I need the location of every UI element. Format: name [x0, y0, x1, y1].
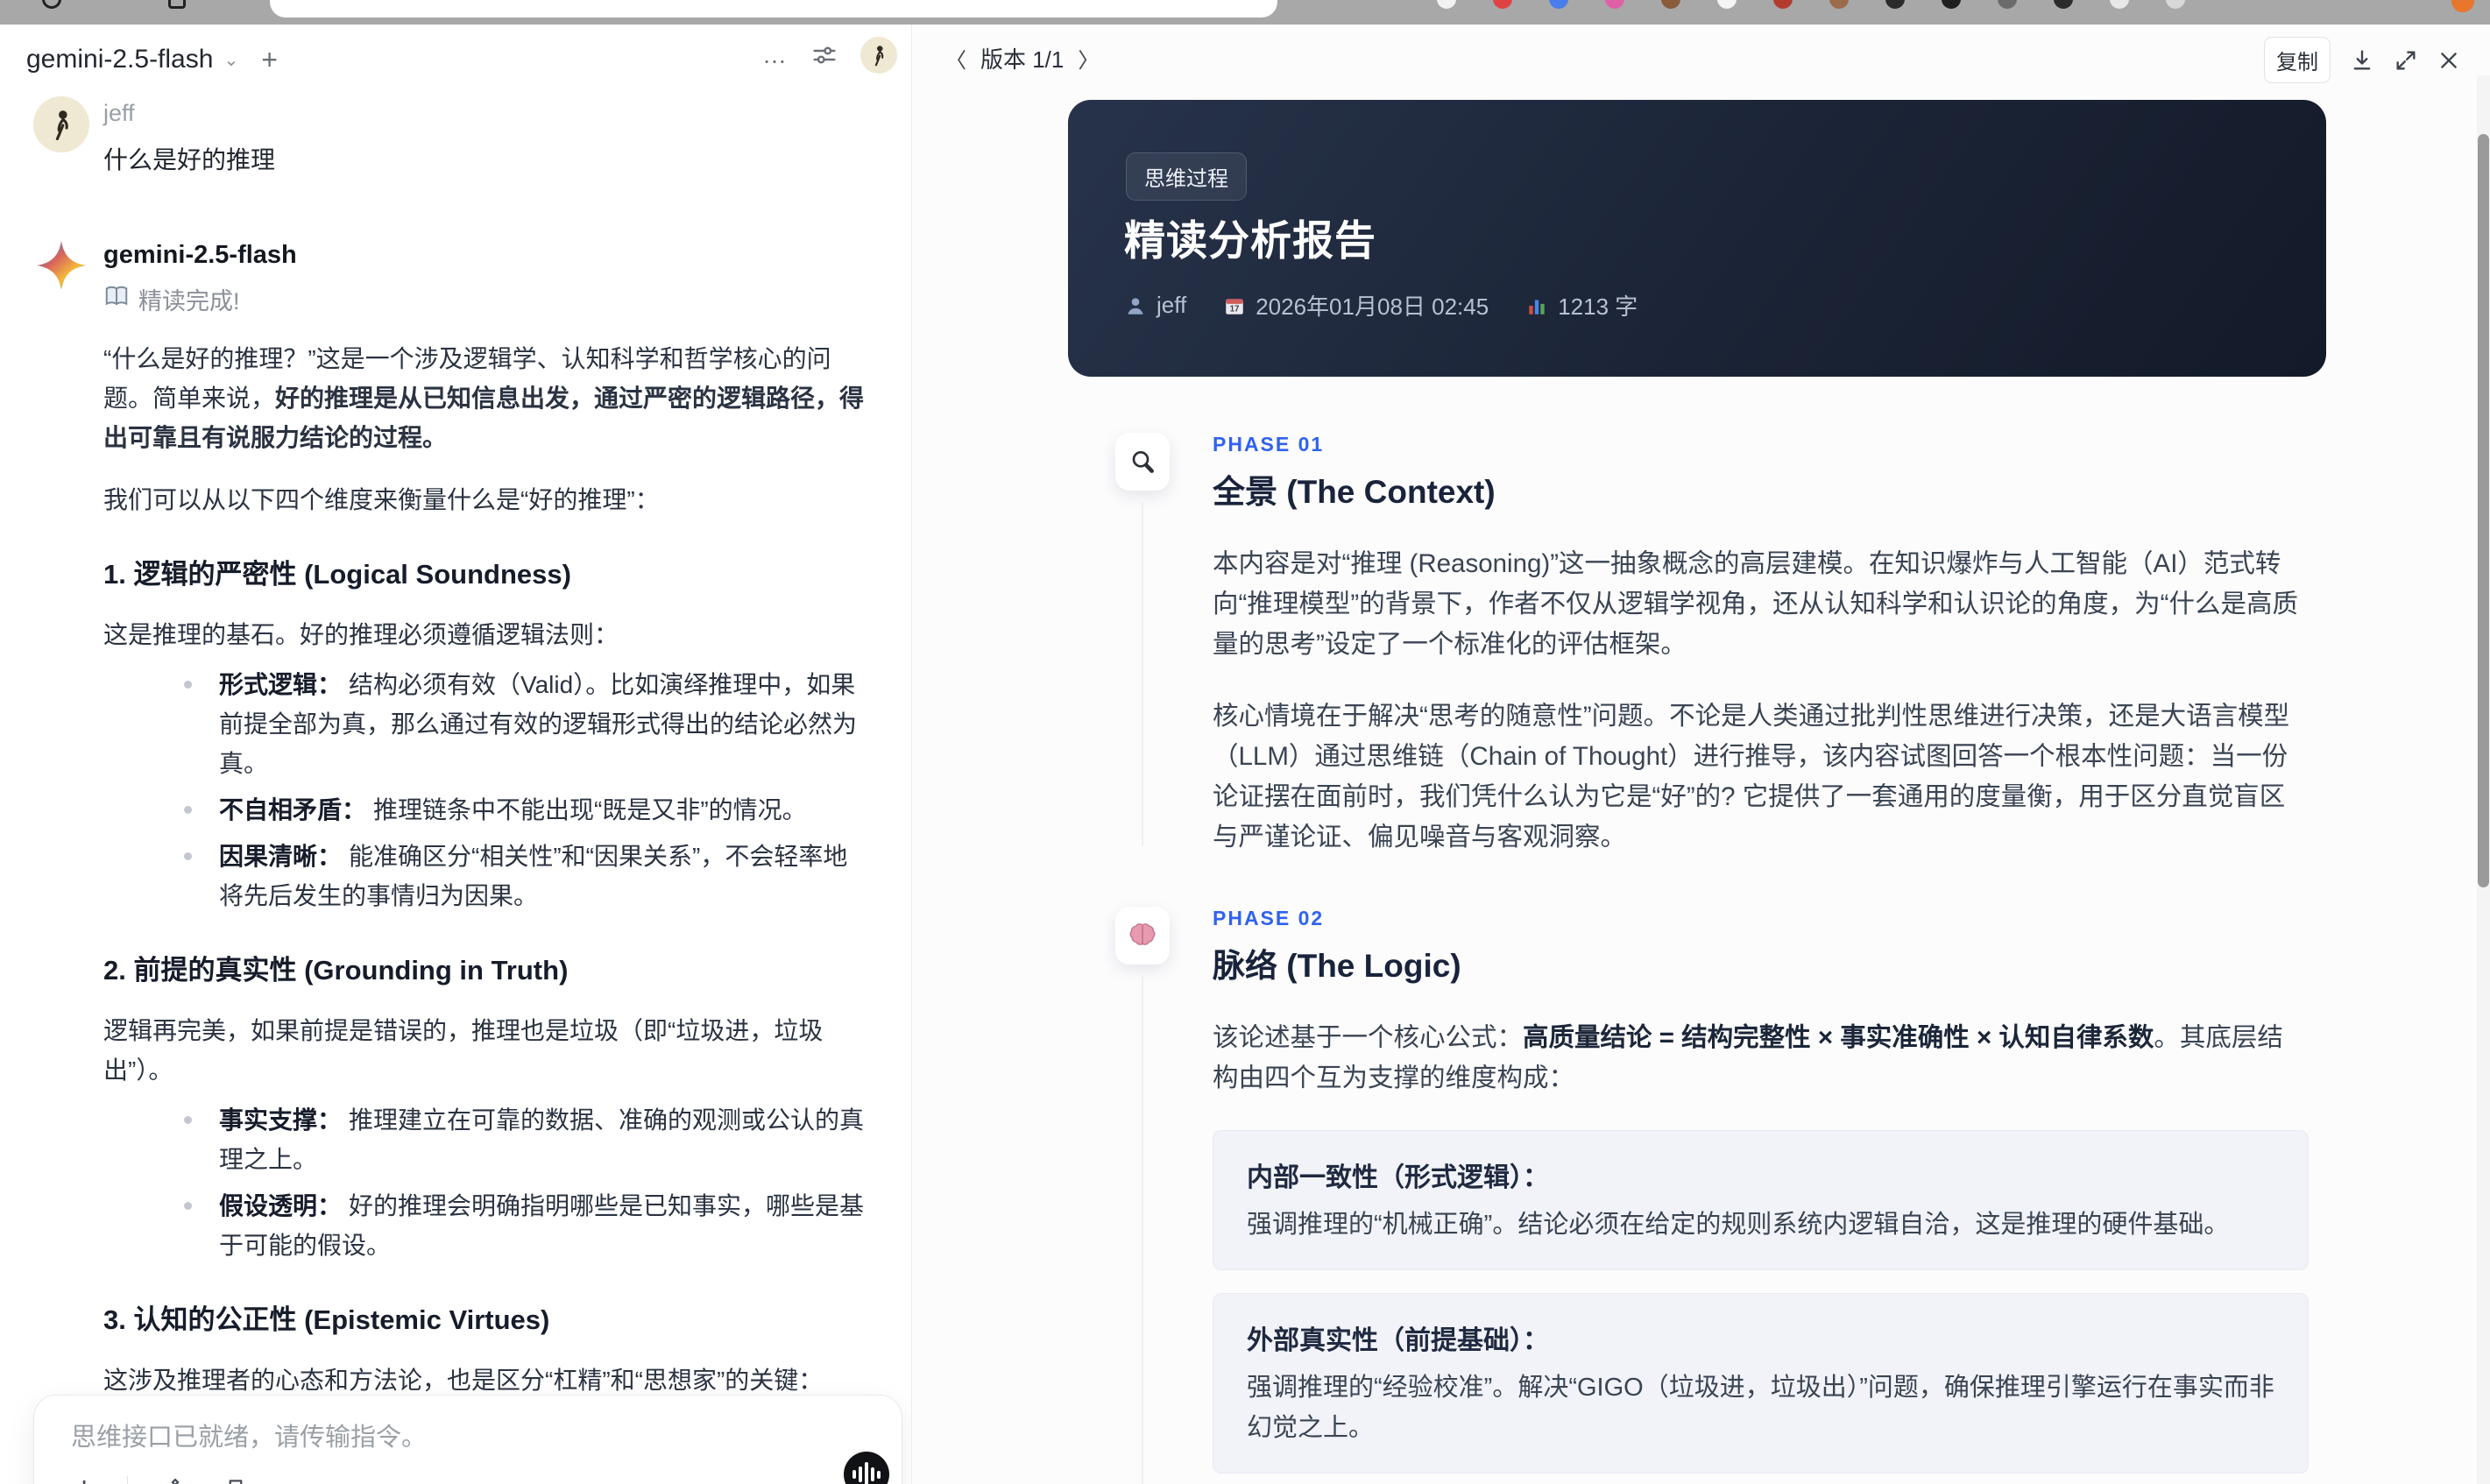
extension-icon[interactable] [2166, 0, 2185, 9]
extension-icon[interactable] [2110, 0, 2129, 9]
model-selector[interactable]: gemini-2.5-flash [26, 45, 213, 74]
gemini-icon [33, 237, 89, 293]
logic-card-external-truth: 外部真实性（前提基础）： 强调推理的“经验校准”。解决“GIGO（垃圾进，垃圾出… [1213, 1293, 2309, 1473]
version-label: 版本 1/1 [980, 46, 1065, 73]
extension-icon[interactable] [1942, 0, 1961, 9]
user-name: jeff [103, 100, 135, 126]
skills-diamond-icon[interactable] [161, 1476, 189, 1484]
user-message: jeff 什么是好的推理 [0, 93, 911, 176]
chat-composer: + [33, 1395, 902, 1484]
browser-profile-avatar[interactable] [2451, 0, 2474, 12]
apps-grid-icon[interactable] [168, 0, 186, 9]
word-count-meta: 1213 字 [1525, 289, 1638, 322]
bullet-list: 形式逻辑： 结构必须有效（Valid）。比如演绎推理中，如果前提全部为真，那么通过… [103, 665, 869, 915]
report-hero: 思维过程 精读分析报告 jeff 17 2026年01月08日 02:45 12… [1068, 100, 2326, 377]
extension-icon[interactable] [1885, 0, 1905, 9]
voice-input-button[interactable] [844, 1452, 889, 1484]
phase-paragraph: 该论述基于一个核心公式：高质量结论 = 结构完整性 × 事实准确性 × 认知自律… [1213, 1023, 2283, 1092]
assistant-markdown: “什么是好的推理？”这是一个涉及逻辑学、认知科学和哲学核心的问题。简单来说，好的… [103, 339, 869, 1484]
chevron-down-icon[interactable]: ⌄ [223, 49, 238, 71]
waveform-icon [852, 1462, 881, 1484]
report-meta: jeff 17 2026年01月08日 02:45 1213 字 [1124, 289, 1638, 322]
assistant-message: gemini-2.5-flash 精读完成! “什么是好的推理？”这是一个涉及逻… [0, 234, 911, 1484]
calendar-icon: 17 [1226, 298, 1243, 314]
next-version-button[interactable]: 〉 [1078, 43, 1099, 74]
logic-cards: 内部一致性（形式逻辑）： 强调推理的“机械正确”。结论必须在给定的规则系统内逻辑… [1213, 1130, 2309, 1484]
phase-2-section: PHASE 02 脉络 (The Logic) 该论述基于一个核心公式：高质量结… [1068, 907, 2326, 1484]
section-heading-3: 3. 认知的公正性 (Epistemic Virtues) [103, 1304, 550, 1335]
phase-title: 全景 (The Context) [1213, 474, 1496, 510]
extension-icon[interactable] [1493, 0, 1512, 9]
extension-icon[interactable] [1605, 0, 1624, 9]
brain-icon [1115, 907, 1170, 965]
bookmark-icon[interactable] [223, 1477, 249, 1484]
phase-label: PHASE 02 [1213, 907, 1325, 929]
phase-1-section: PHASE 01 全景 (The Context) 本内容是对“推理 (Reas… [1068, 433, 2326, 858]
report-document: 思维过程 精读分析报告 jeff 17 2026年01月08日 02:45 12… [1068, 100, 2326, 1484]
settings-sliders-icon[interactable] [811, 42, 838, 68]
user-avatar[interactable] [860, 37, 897, 74]
browser-chrome [0, 0, 2490, 25]
version-nav: 〈 版本 1/1 〉 [945, 42, 1099, 74]
extension-icon[interactable] [2054, 0, 2073, 9]
new-chat-button[interactable]: + [261, 44, 278, 76]
magnifier-icon [1115, 433, 1170, 491]
phase-paragraph: 核心情境在于解决“思考的随意性”问题。不论是人类通过批判性思维进行决策，还是大语… [1213, 702, 2290, 852]
person-icon [1128, 297, 1143, 314]
section-heading-2: 2. 前提的真实性 (Grounding in Truth) [103, 955, 569, 986]
reload-icon[interactable] [42, 0, 61, 9]
scrollbar[interactable] [2477, 75, 2490, 1484]
svg-text:17: 17 [1230, 304, 1240, 314]
chat-panel: gemini-2.5-flash ⌄ + … jeff 什么是好的推理 gemi… [0, 25, 911, 1484]
extension-toolbar [1437, 0, 2185, 9]
expand-icon[interactable] [2394, 48, 2418, 73]
logic-card-internal-consistency: 内部一致性（形式逻辑）： 强调推理的“机械正确”。结论必须在给定的规则系统内逻辑… [1213, 1130, 2309, 1270]
close-icon[interactable] [2437, 49, 2460, 72]
list-item: 假设透明： 好的推理会明确指明哪些是已知事实，哪些是基于可能的假设。 [103, 1186, 869, 1265]
report-badge: 思维过程 [1126, 152, 1247, 201]
artifact-toolbar: 〈 版本 1/1 〉 复制 [912, 25, 2490, 88]
section-heading-1: 1. 逻辑的严密性 (Logical Soundness) [103, 559, 571, 590]
bar-chart-icon [1529, 300, 1545, 314]
extension-icon[interactable] [1829, 0, 1849, 9]
attach-plus-button[interactable]: + [74, 1471, 94, 1484]
extension-icon[interactable] [1437, 0, 1456, 9]
assistant-name: gemini-2.5-flash [103, 241, 297, 269]
author-meta: jeff [1124, 292, 1186, 319]
extension-icon[interactable] [1717, 0, 1737, 9]
date-meta: 17 2026年01月08日 02:45 [1223, 289, 1489, 322]
report-title: 精读分析报告 [1124, 217, 1376, 264]
phase-paragraph: 本内容是对“推理 (Reasoning)”这一抽象概念的高层建模。在知识爆炸与人… [1213, 549, 2298, 659]
chat-scroll-area[interactable]: jeff 什么是好的推理 gemini-2.5-flash 精读完成! “什么是… [0, 81, 911, 1484]
divider [127, 1475, 129, 1484]
copy-button[interactable]: 复制 [2264, 37, 2331, 83]
address-bar[interactable] [270, 0, 1277, 18]
phase-title: 脉络 (The Logic) [1213, 948, 1461, 984]
user-avatar [33, 96, 89, 152]
scrollbar-thumb[interactable] [2478, 134, 2489, 887]
bullet-list: 事实支撑： 推理建立在可靠的数据、准确的观测或公认的真理之上。 假设透明： 好的推理… [103, 1100, 869, 1265]
prev-version-button[interactable]: 〈 [945, 43, 966, 74]
user-message-text: 什么是好的推理 [103, 146, 276, 173]
extension-icon[interactable] [1549, 0, 1568, 9]
list-item: 形式逻辑： 结构必须有效（Valid）。比如演绎推理中，如果前提全部为真，那么通过… [103, 665, 869, 783]
extension-icon[interactable] [1998, 0, 2017, 9]
extension-icon[interactable] [1773, 0, 1793, 9]
list-item: 不自相矛盾： 推理链条中不能出现“既是又非”的情况。 [103, 790, 869, 830]
phase-label: PHASE 01 [1213, 433, 1325, 456]
download-icon[interactable] [2350, 48, 2374, 73]
assistant-status: 精读完成! [103, 282, 869, 316]
extension-icon[interactable] [1661, 0, 1680, 9]
chat-header: gemini-2.5-flash ⌄ + … [0, 25, 911, 81]
more-menu-button[interactable]: … [762, 41, 789, 69]
chat-input[interactable] [71, 1417, 842, 1460]
artifact-panel: 〈 版本 1/1 〉 复制 思维过程 精读分析报告 jeff 17 2026年0… [911, 25, 2490, 1484]
list-item: 因果清晰： 能准确区分“相关性”和“因果关系”，不会轻率地将先后发生的事情归为因果… [103, 837, 869, 915]
book-icon [103, 283, 130, 315]
list-item: 事实支撑： 推理建立在可靠的数据、准确的观测或公认的真理之上。 [103, 1100, 869, 1179]
